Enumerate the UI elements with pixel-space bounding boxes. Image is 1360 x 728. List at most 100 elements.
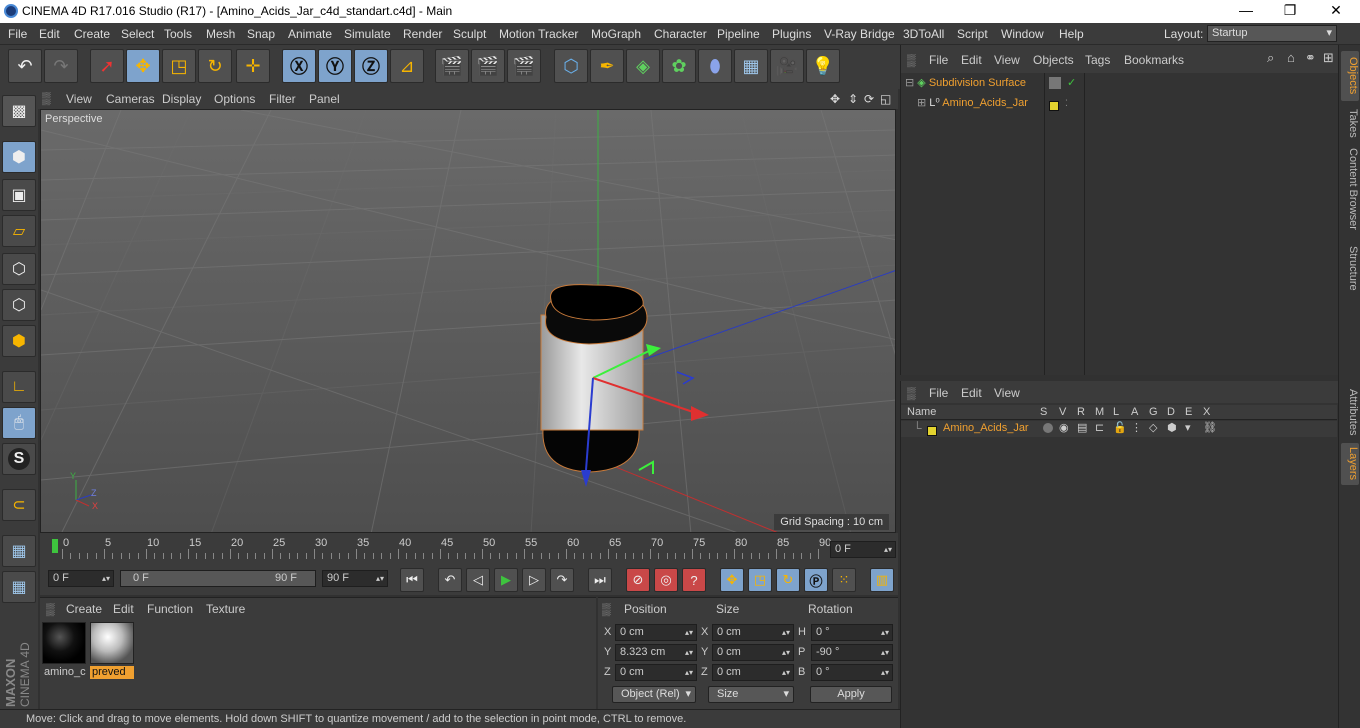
transform-tool-button[interactable]: ✛: [236, 49, 270, 83]
add-light-button[interactable]: 💡: [806, 49, 840, 83]
search-icon[interactable]: ⌕: [1267, 50, 1274, 66]
manager-icon[interactable]: ⊏: [1095, 421, 1104, 434]
viewport-menu-panel[interactable]: Panel: [309, 92, 340, 106]
render-view-button[interactable]: 🎬: [435, 49, 469, 83]
expand-icon[interactable]: ⊞: [917, 97, 926, 109]
redo-button[interactable]: ↷: [44, 49, 78, 83]
column-name[interactable]: Name: [907, 406, 936, 418]
previous-key-button[interactable]: ↶: [438, 568, 462, 592]
menu-animate[interactable]: Animate: [288, 27, 332, 41]
layer-color-swatch[interactable]: [927, 423, 937, 437]
viewport-rotate-icon[interactable]: ⟳: [864, 92, 874, 106]
home-icon[interactable]: ⌂: [1287, 50, 1295, 65]
minimize-button[interactable]: —: [1226, 2, 1266, 18]
workplane-lock-button[interactable]: ▦: [2, 535, 36, 567]
column-deformers[interactable]: D: [1167, 406, 1175, 418]
object-menu-file[interactable]: File: [929, 53, 948, 67]
generator-icon[interactable]: ◇: [1149, 421, 1157, 434]
layer-menu-edit[interactable]: Edit: [961, 386, 982, 400]
add-subdivision-button[interactable]: ◈: [626, 49, 660, 83]
object-menu-bookmarks[interactable]: Bookmarks: [1124, 53, 1184, 67]
size-z-field[interactable]: 0 cm ▴▾: [712, 664, 794, 681]
add-cloner-button[interactable]: ✿: [662, 49, 696, 83]
material-thumb-preved[interactable]: [90, 622, 134, 664]
make-editable-button[interactable]: ▩: [2, 95, 36, 127]
column-view[interactable]: V: [1059, 406, 1066, 418]
link-icon[interactable]: ⚭: [1305, 50, 1316, 66]
live-selection-button[interactable]: ➚: [90, 49, 124, 83]
layer-menu-file[interactable]: File: [929, 386, 948, 400]
column-animation[interactable]: A: [1131, 406, 1138, 418]
size-mode-select[interactable]: Size ▾: [708, 686, 794, 703]
scale-tool-button[interactable]: ◳: [162, 49, 196, 83]
column-generators[interactable]: G: [1149, 406, 1158, 418]
menu-vray-bridge[interactable]: V-Ray Bridge: [824, 27, 895, 41]
viewport-zoom-icon[interactable]: ⇕: [848, 92, 858, 106]
move-tool-button[interactable]: ✥: [126, 49, 160, 83]
next-frame-button[interactable]: ▷: [522, 568, 546, 592]
menu-file[interactable]: File: [8, 27, 27, 41]
y-axis-lock-button[interactable]: Ⓨ: [318, 49, 352, 83]
menu-select[interactable]: Select: [121, 27, 154, 41]
tab-layers[interactable]: Layers: [1341, 443, 1359, 485]
render-settings-button[interactable]: 🎬: [507, 49, 541, 83]
add-floor-button[interactable]: ▦: [734, 49, 768, 83]
maximize-button[interactable]: ❐: [1270, 2, 1310, 19]
viewport-maximize-icon[interactable]: ◱: [880, 92, 891, 106]
play-button[interactable]: ▶: [494, 568, 518, 592]
viewport-menu-options[interactable]: Options: [214, 92, 255, 106]
column-locked[interactable]: L: [1113, 406, 1119, 418]
snap-button[interactable]: S: [2, 443, 36, 475]
apply-button[interactable]: Apply: [810, 686, 892, 703]
lock-icon[interactable]: 🔓: [1113, 421, 1127, 434]
menu-mograph[interactable]: MoGraph: [591, 27, 641, 41]
add-pen-spline-button[interactable]: ✒: [590, 49, 624, 83]
record-keys-button[interactable]: ⊘: [626, 568, 650, 592]
close-button[interactable]: ✕: [1316, 2, 1356, 19]
menu-mesh[interactable]: Mesh: [206, 27, 235, 41]
animation-icon[interactable]: ⋮: [1131, 421, 1142, 434]
menu-script[interactable]: Script: [957, 27, 988, 41]
key-scale-button[interactable]: ◳: [748, 568, 772, 592]
size-x-field[interactable]: 0 cm ▴▾: [712, 624, 794, 641]
autokey-button[interactable]: ◎: [654, 568, 678, 592]
magnet-button[interactable]: ⊂: [2, 489, 36, 521]
menu-help[interactable]: Help: [1059, 27, 1084, 41]
enabled-check-icon[interactable]: ✓: [1067, 74, 1076, 92]
edges-mode-button[interactable]: ⬡: [2, 289, 36, 321]
layer-tag-icon[interactable]: [1049, 77, 1061, 89]
object-name[interactable]: Subdivision Surface: [929, 77, 1026, 89]
new-window-icon[interactable]: ⊞: [1323, 50, 1334, 66]
start-frame-field[interactable]: 0 F ▴▾: [48, 570, 114, 587]
range-slider[interactable]: 0 F 90 F: [120, 570, 316, 587]
object-row-jar[interactable]: ⊞ L⁰ Amino_Acids_Jar ⁚: [917, 94, 1335, 112]
expression-icon[interactable]: ▾: [1185, 421, 1191, 434]
perspective-viewport[interactable]: Perspective Y Z X Grid Spacing : 10 cm: [40, 109, 896, 533]
key-rotation-button[interactable]: ↻: [776, 568, 800, 592]
rotation-p-field[interactable]: -90 ° ▴▾: [811, 644, 893, 661]
menu-pipeline[interactable]: Pipeline: [717, 27, 760, 41]
material-menu-function[interactable]: Function: [147, 602, 193, 616]
next-key-button[interactable]: ↷: [550, 568, 574, 592]
material-label-preved[interactable]: preved: [90, 666, 134, 679]
column-solo[interactable]: S: [1040, 406, 1047, 418]
menu-motion-tracker[interactable]: Motion Tracker: [499, 27, 578, 41]
tweak-mode-button[interactable]: 🖱: [2, 407, 36, 439]
object-menu-edit[interactable]: Edit: [961, 53, 982, 67]
menu-render[interactable]: Render: [403, 27, 442, 41]
rotation-b-field[interactable]: 0 ° ▴▾: [811, 664, 893, 681]
viewport-menu-cameras[interactable]: Cameras: [106, 92, 155, 106]
menu-create[interactable]: Create: [74, 27, 110, 41]
viewport-move-icon[interactable]: ✥: [830, 92, 840, 106]
rotate-tool-button[interactable]: ↻: [198, 49, 232, 83]
object-menu-tags[interactable]: Tags: [1085, 53, 1110, 67]
axis-mode-button[interactable]: ∟: [2, 371, 36, 403]
menu-3dtoall[interactable]: 3DToAll: [903, 27, 944, 41]
tab-content-browser[interactable]: Content Browser: [1341, 145, 1359, 233]
collapse-icon[interactable]: ⊟: [905, 77, 914, 89]
workplane-mode-button[interactable]: ▱: [2, 215, 36, 247]
keyframe-selection-button[interactable]: ?: [682, 568, 706, 592]
render-clapper-icon[interactable]: ▤: [1077, 421, 1087, 434]
timeline-ruler[interactable]: 0 5 10 15 20 25 30 35 40 45 50 55 60 65 70 75 80 85 90 0 F…: [40, 533, 898, 563]
layer-menu-view[interactable]: View: [994, 386, 1020, 400]
